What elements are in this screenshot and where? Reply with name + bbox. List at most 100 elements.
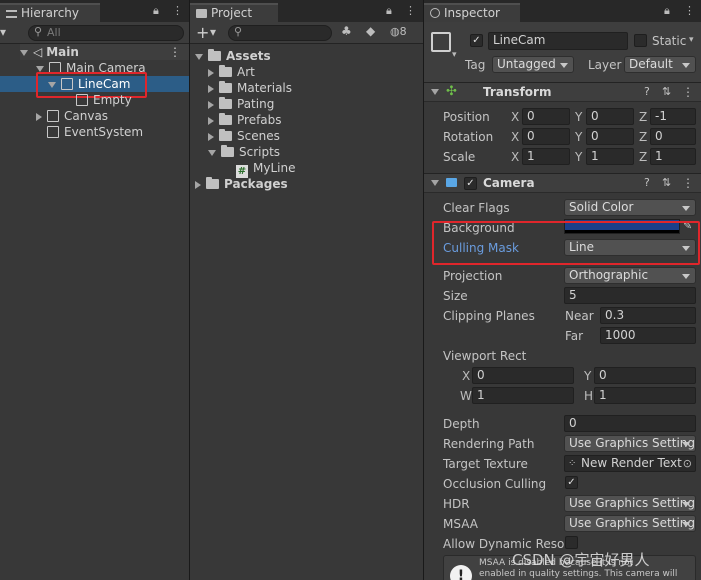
object-name-field[interactable]: LineCam bbox=[488, 32, 628, 50]
add-dropdown-icon[interactable]: ▾ bbox=[210, 25, 216, 39]
scene-row-main[interactable]: ◁ Main ⋮ bbox=[20, 44, 189, 60]
active-checkbox[interactable]: ✓ bbox=[470, 34, 483, 47]
help-icon[interactable]: ? bbox=[644, 176, 650, 189]
expand-arrow-icon[interactable] bbox=[20, 49, 28, 56]
gameobject-large-icon[interactable] bbox=[431, 32, 451, 52]
scene-menu-icon[interactable]: ⋮ bbox=[169, 44, 181, 60]
axis-z-label: Z bbox=[639, 110, 648, 124]
collapse-arrow-icon[interactable] bbox=[208, 84, 214, 93]
tag-dropdown[interactable]: Untagged bbox=[492, 56, 574, 73]
viewport-x-field[interactable]: 0 bbox=[472, 367, 574, 384]
create-dropdown-icon[interactable]: ▾ bbox=[0, 25, 6, 39]
hierarchy-search-input[interactable]: ⚲ All bbox=[28, 25, 184, 41]
position-y-field[interactable]: 0 bbox=[586, 108, 634, 125]
axis-x-label: X bbox=[511, 150, 520, 164]
collapse-arrow-icon[interactable] bbox=[208, 132, 214, 141]
icon-dropdown-arrow-icon[interactable]: ▾ bbox=[452, 50, 457, 60]
static-dropdown-icon[interactable]: ▾ bbox=[689, 35, 694, 45]
position-z-field[interactable]: -1 bbox=[650, 108, 696, 125]
filter-by-label-icon[interactable]: ◆ bbox=[366, 24, 375, 38]
object-picker-icon[interactable]: ⊙ bbox=[683, 456, 692, 471]
viewport-w-label: W bbox=[460, 389, 472, 403]
layer-label: Layer bbox=[588, 58, 622, 72]
kebab-menu-icon[interactable]: ⋮ bbox=[172, 4, 183, 17]
collapse-arrow-icon[interactable] bbox=[195, 180, 201, 189]
camera-header[interactable]: ✓ Camera ? ⇅ ⋮ bbox=[424, 173, 701, 193]
scale-x-field[interactable]: 1 bbox=[522, 148, 570, 165]
tab-hierarchy[interactable]: Hierarchy bbox=[0, 3, 100, 22]
preset-icon[interactable]: ⇅ bbox=[662, 176, 671, 189]
tab-project[interactable]: Project bbox=[190, 3, 278, 22]
folder-scripts[interactable]: Scripts bbox=[208, 144, 280, 160]
folder-packages[interactable]: Packages bbox=[195, 176, 288, 192]
folder-pating[interactable]: Pating bbox=[208, 96, 274, 112]
lock-icon[interactable]: 🔒︎ bbox=[386, 4, 392, 18]
viewport-y-field[interactable]: 0 bbox=[594, 367, 696, 384]
static-checkbox[interactable] bbox=[634, 34, 647, 47]
viewport-y-label: Y bbox=[584, 369, 592, 383]
size-field[interactable]: 5 bbox=[564, 287, 696, 304]
kebab-menu-icon[interactable]: ⋮ bbox=[405, 4, 416, 17]
projection-dropdown[interactable]: Orthographic bbox=[564, 267, 696, 284]
add-asset-button[interactable]: + bbox=[196, 23, 209, 42]
axis-y-label: Y bbox=[575, 150, 583, 164]
folder-icon bbox=[219, 113, 232, 125]
rotation-y-field[interactable]: 0 bbox=[586, 128, 634, 145]
hierarchy-item-empty[interactable]: Empty bbox=[76, 92, 132, 108]
project-search-input[interactable]: ⚲ bbox=[228, 25, 332, 41]
file-myline[interactable]: # MyLine bbox=[236, 160, 295, 178]
rendering-path-dropdown[interactable]: Use Graphics Settings bbox=[564, 435, 696, 452]
axis-y-label: Y bbox=[575, 130, 583, 144]
expand-arrow-icon[interactable] bbox=[195, 53, 203, 60]
folder-prefabs[interactable]: Prefabs bbox=[208, 112, 282, 128]
expand-arrow-icon[interactable] bbox=[431, 180, 439, 186]
help-icon[interactable]: ? bbox=[644, 85, 650, 98]
folder-scenes[interactable]: Scenes bbox=[208, 128, 280, 144]
msaa-dropdown[interactable]: Use Graphics Settings bbox=[564, 515, 696, 532]
folder-art[interactable]: Art bbox=[208, 64, 255, 80]
tab-inspector[interactable]: Inspector bbox=[424, 3, 520, 22]
collapse-arrow-icon[interactable] bbox=[208, 100, 214, 109]
component-menu-icon[interactable]: ⋮ bbox=[682, 85, 694, 99]
hdr-dropdown[interactable]: Use Graphics Settings bbox=[564, 495, 696, 512]
hierarchy-item-eventsystem[interactable]: EventSystem bbox=[47, 124, 143, 140]
hierarchy-item-canvas[interactable]: Canvas bbox=[36, 108, 108, 124]
collapse-arrow-icon[interactable] bbox=[208, 116, 214, 125]
layer-dropdown[interactable]: Default bbox=[624, 56, 696, 73]
far-field[interactable]: 1000 bbox=[600, 327, 696, 344]
scale-label: Scale bbox=[443, 150, 476, 164]
inspector-panel: Inspector 🔒︎ ⋮ ▾ ✓ LineCam Static ▾ Tag … bbox=[424, 0, 701, 580]
position-x-field[interactable]: 0 bbox=[522, 108, 570, 125]
lock-icon[interactable]: 🔒︎ bbox=[664, 4, 670, 18]
camera-enabled-checkbox[interactable]: ✓ bbox=[464, 177, 477, 190]
depth-field[interactable]: 0 bbox=[564, 415, 696, 432]
collapse-arrow-icon[interactable] bbox=[208, 68, 214, 77]
scale-z-field[interactable]: 1 bbox=[650, 148, 696, 165]
clear-flags-dropdown[interactable]: Solid Color bbox=[564, 199, 696, 216]
allow-dynamic-resolution-checkbox[interactable] bbox=[565, 536, 578, 549]
kebab-menu-icon[interactable]: ⋮ bbox=[684, 4, 695, 17]
component-menu-icon[interactable]: ⋮ bbox=[682, 176, 694, 190]
expand-arrow-icon[interactable] bbox=[36, 65, 44, 72]
position-label: Position bbox=[443, 110, 490, 124]
expand-arrow-icon[interactable] bbox=[431, 89, 439, 95]
target-texture-field[interactable]: ⁘ New Render Text ⊙ bbox=[564, 455, 696, 472]
occlusion-culling-checkbox[interactable]: ✓ bbox=[565, 476, 578, 489]
lock-icon[interactable]: 🔒︎ bbox=[153, 4, 159, 18]
red-annotation-box bbox=[432, 221, 700, 265]
folder-assets[interactable]: Assets bbox=[195, 48, 271, 64]
preset-icon[interactable]: ⇅ bbox=[662, 85, 671, 98]
filter-by-type-icon[interactable]: ♣ bbox=[341, 24, 352, 38]
folder-materials[interactable]: Materials bbox=[208, 80, 292, 96]
collapse-arrow-icon[interactable] bbox=[36, 112, 42, 121]
transform-header[interactable]: ✣ Transform ? ⇅ ⋮ bbox=[424, 82, 701, 102]
rotation-x-field[interactable]: 0 bbox=[522, 128, 570, 145]
rotation-z-field[interactable]: 0 bbox=[650, 128, 696, 145]
viewport-w-field[interactable]: 1 bbox=[472, 387, 574, 404]
warning-text-line-2: enabled in quality settings. This camera… bbox=[479, 569, 678, 579]
viewport-h-field[interactable]: 1 bbox=[594, 387, 696, 404]
near-field[interactable]: 0.3 bbox=[600, 307, 696, 324]
hidden-packages-eye-icon[interactable]: ◍8 bbox=[390, 25, 407, 38]
scale-y-field[interactable]: 1 bbox=[586, 148, 634, 165]
expand-arrow-icon[interactable] bbox=[208, 149, 216, 156]
